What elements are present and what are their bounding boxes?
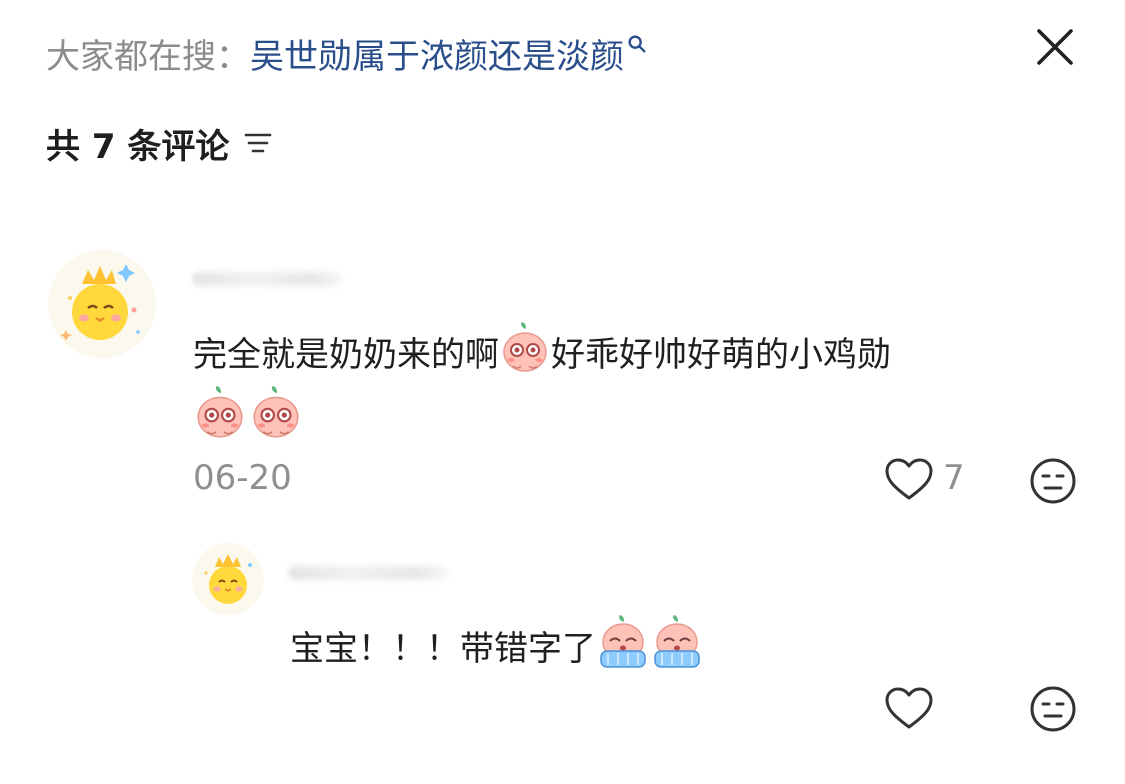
reply-meh-face-icon[interactable]	[1028, 684, 1078, 734]
chick-avatar-icon	[48, 250, 156, 358]
comment-count-label: 共 7 条评论	[46, 126, 230, 167]
comment-text-line1b: 好乖好帅好萌的小鸡勋	[551, 335, 891, 375]
reply-username-redacted	[288, 566, 448, 580]
comment-text-line1: 完全就是奶奶来的啊	[193, 335, 499, 375]
heart-icon[interactable]	[884, 457, 934, 503]
comment-emoji-row	[193, 386, 303, 442]
peach-blush-emoji-icon	[249, 386, 303, 442]
close-icon[interactable]	[1030, 22, 1080, 72]
chick-avatar-icon	[192, 543, 264, 615]
comment-count-header: 共 7 条评论	[46, 118, 273, 168]
search-suggestion-query[interactable]: 吴世勋属于浓颜还是淡颜	[250, 29, 624, 78]
search-suggestion-prefix: 大家都在搜：	[46, 36, 250, 77]
comment-date: 06-20	[193, 458, 292, 498]
sort-icon[interactable]	[243, 130, 273, 156]
search-icon	[628, 35, 646, 53]
search-suggestion[interactable]: 大家都在搜： 吴世勋属于浓颜还是淡颜	[46, 28, 648, 78]
username-redacted	[192, 272, 342, 286]
avatar[interactable]	[48, 250, 156, 358]
meh-face-icon[interactable]	[1028, 456, 1078, 506]
reply-heart-icon[interactable]	[884, 686, 934, 732]
comment-text: 完全就是奶奶来的啊 好乖好帅好萌的小鸡勋	[193, 322, 891, 391]
reply-text-content: 宝宝！！！带错字了	[290, 629, 596, 669]
peach-cry-emoji-icon	[650, 615, 704, 686]
reply-avatar[interactable]	[192, 543, 264, 615]
peach-blush-emoji-icon	[193, 386, 247, 442]
peach-cry-emoji-icon	[596, 615, 650, 686]
peach-blush-emoji-icon	[499, 322, 551, 391]
like-count: 7	[943, 458, 965, 498]
reply-text: 宝宝！！！带错字了	[290, 615, 704, 686]
